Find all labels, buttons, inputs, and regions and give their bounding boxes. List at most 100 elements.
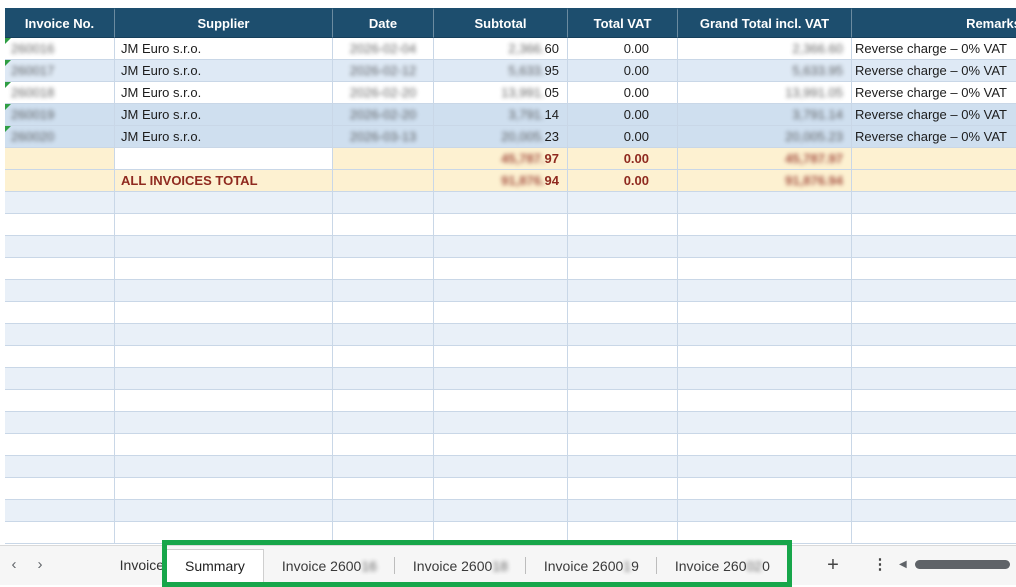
cell-date[interactable] xyxy=(333,258,434,280)
cell-total-vat[interactable]: 0.00 xyxy=(568,170,678,192)
cell-total-vat[interactable] xyxy=(568,236,678,258)
cell-invoice-no[interactable] xyxy=(5,302,115,324)
cell-grand-total[interactable] xyxy=(678,280,852,302)
cell-subtotal[interactable] xyxy=(434,324,568,346)
sheet-tab-invoice-260016[interactable]: Invoice 260016 xyxy=(264,549,395,582)
column-header-invoice-no[interactable]: Invoice No. xyxy=(5,8,115,38)
cell-subtotal[interactable] xyxy=(434,500,568,522)
cell-supplier[interactable] xyxy=(115,148,333,170)
cell-grand-total[interactable] xyxy=(678,324,852,346)
cell-remarks[interactable]: Reverse charge – 0% VAT xyxy=(852,104,1016,126)
cell-grand-total[interactable] xyxy=(678,390,852,412)
cell-date[interactable] xyxy=(333,236,434,258)
cell-grand-total[interactable] xyxy=(678,192,852,214)
cell-remarks[interactable]: Reverse charge – 0% VAT xyxy=(852,126,1016,148)
cell-supplier[interactable] xyxy=(115,214,333,236)
cell-date[interactable]: 2026-02-20 xyxy=(333,104,434,126)
cell-date[interactable] xyxy=(333,192,434,214)
cell-grand-total[interactable] xyxy=(678,368,852,390)
cell-remarks[interactable] xyxy=(852,346,1016,368)
cell-supplier[interactable] xyxy=(115,390,333,412)
cell-supplier[interactable]: JM Euro s.r.o. xyxy=(115,126,333,148)
cell-date[interactable] xyxy=(333,522,434,544)
cell-date[interactable] xyxy=(333,148,434,170)
cell-subtotal[interactable] xyxy=(434,302,568,324)
cell-invoice-no[interactable] xyxy=(5,456,115,478)
cell-grand-total[interactable]: 20,005.23 xyxy=(678,126,852,148)
cell-supplier[interactable] xyxy=(115,478,333,500)
cell-subtotal[interactable] xyxy=(434,412,568,434)
cell-subtotal[interactable] xyxy=(434,214,568,236)
cell-subtotal[interactable] xyxy=(434,390,568,412)
cell-all-total-label[interactable]: ALL INVOICES TOTAL xyxy=(115,170,333,192)
cell-remarks[interactable] xyxy=(852,280,1016,302)
cell-grand-total[interactable] xyxy=(678,214,852,236)
cell-invoice-no[interactable]: 260017 xyxy=(5,60,115,82)
cell-remarks[interactable] xyxy=(852,500,1016,522)
cell-invoice-no[interactable]: 260020 xyxy=(5,126,115,148)
cell-remarks[interactable] xyxy=(852,390,1016,412)
cell-remarks[interactable]: Reverse charge – 0% VAT xyxy=(852,60,1016,82)
cell-total-vat[interactable] xyxy=(568,346,678,368)
cell-invoice-no[interactable] xyxy=(5,214,115,236)
cell-invoice-no[interactable] xyxy=(5,258,115,280)
cell-grand-total[interactable] xyxy=(678,346,852,368)
cell-supplier[interactable] xyxy=(115,280,333,302)
cell-remarks[interactable] xyxy=(852,522,1016,544)
cell-grand-total[interactable]: 91,876.94 xyxy=(678,170,852,192)
cell-supplier[interactable] xyxy=(115,346,333,368)
cell-supplier[interactable] xyxy=(115,302,333,324)
cell-date[interactable]: 2026-02-04 xyxy=(333,38,434,60)
cell-grand-total[interactable] xyxy=(678,302,852,324)
cell-invoice-no[interactable] xyxy=(5,346,115,368)
cell-subtotal[interactable] xyxy=(434,258,568,280)
sheet-tab-invoice-260020[interactable]: Invoice 260020 xyxy=(657,549,788,582)
cell-date[interactable] xyxy=(333,434,434,456)
cell-supplier[interactable] xyxy=(115,192,333,214)
cell-supplier[interactable] xyxy=(115,324,333,346)
cell-supplier[interactable] xyxy=(115,522,333,544)
cell-total-vat[interactable] xyxy=(568,412,678,434)
cell-invoice-no[interactable] xyxy=(5,192,115,214)
cell-grand-total[interactable]: 5,633.95 xyxy=(678,60,852,82)
cell-grand-total[interactable] xyxy=(678,258,852,280)
cell-grand-total[interactable]: 45,787.97 xyxy=(678,148,852,170)
cell-subtotal[interactable] xyxy=(434,280,568,302)
cell-remarks[interactable] xyxy=(852,368,1016,390)
cell-total-vat[interactable] xyxy=(568,324,678,346)
column-header-grand-total[interactable]: Grand Total incl. VAT xyxy=(678,8,852,38)
cell-invoice-no[interactable]: 260016 xyxy=(5,38,115,60)
cell-date[interactable] xyxy=(333,390,434,412)
column-header-supplier[interactable]: Supplier xyxy=(115,8,333,38)
sheet-tab-summary[interactable]: Summary xyxy=(166,549,264,582)
sheet-menu-icon[interactable]: ⋮ xyxy=(872,552,888,578)
cell-total-vat[interactable]: 0.00 xyxy=(568,60,678,82)
cell-grand-total[interactable] xyxy=(678,522,852,544)
cell-supplier[interactable]: JM Euro s.r.o. xyxy=(115,82,333,104)
cell-invoice-no[interactable]: 260019 xyxy=(5,104,115,126)
cell-total-vat[interactable]: 0.00 xyxy=(568,104,678,126)
cell-remarks[interactable] xyxy=(852,434,1016,456)
column-header-total-vat[interactable]: Total VAT xyxy=(568,8,678,38)
cell-subtotal[interactable]: 13,991.05 xyxy=(434,82,568,104)
cell-invoice-no[interactable] xyxy=(5,412,115,434)
cell-remarks[interactable] xyxy=(852,478,1016,500)
sheet-nav-right-icon[interactable]: › xyxy=(32,555,48,575)
column-header-remarks[interactable]: Remarks xyxy=(852,8,1016,38)
cell-invoice-no[interactable] xyxy=(5,324,115,346)
column-header-date[interactable]: Date xyxy=(333,8,434,38)
cell-total-vat[interactable]: 0.00 xyxy=(568,148,678,170)
cell-total-vat[interactable]: 0.00 xyxy=(568,38,678,60)
cell-total-vat[interactable] xyxy=(568,500,678,522)
cell-total-vat[interactable] xyxy=(568,280,678,302)
cell-date[interactable]: 2026-02-12 xyxy=(333,60,434,82)
cell-total-vat[interactable] xyxy=(568,368,678,390)
cell-supplier[interactable] xyxy=(115,258,333,280)
cell-subtotal[interactable]: 5,633.95 xyxy=(434,60,568,82)
cell-date[interactable] xyxy=(333,302,434,324)
cell-invoice-no[interactable] xyxy=(5,170,115,192)
cell-date[interactable] xyxy=(333,456,434,478)
cell-total-vat[interactable]: 0.00 xyxy=(568,82,678,104)
cell-total-vat[interactable] xyxy=(568,214,678,236)
cell-remarks[interactable]: Reverse charge – 0% VAT xyxy=(852,38,1016,60)
